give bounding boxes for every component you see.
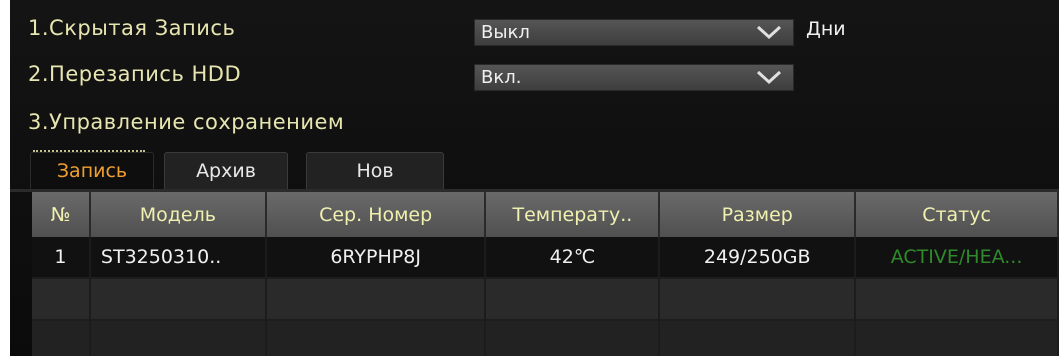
- tab-archive[interactable]: Архив: [164, 152, 288, 190]
- column-header-model[interactable]: Модель: [89, 192, 267, 237]
- hidden-record-value: Выкл: [481, 22, 530, 43]
- table-row[interactable]: [32, 277, 1059, 320]
- column-header-serial[interactable]: Сер. Номер: [265, 192, 487, 237]
- column-header-temperature[interactable]: Температу..: [485, 192, 661, 237]
- tab-archive-label: Архив: [196, 160, 256, 182]
- hdd-table: № Модель Сер. Номер Температу.. Размер С…: [32, 192, 1059, 356]
- tab-new-label: Нов: [356, 160, 394, 182]
- chevron-down-icon: [756, 25, 782, 40]
- column-header-size[interactable]: Размер: [659, 192, 857, 237]
- tab-record-label: Запись: [56, 160, 128, 182]
- column-header-status[interactable]: Статус: [855, 192, 1059, 237]
- active-tab-indicator: [33, 150, 145, 155]
- storage-settings-panel: 1.Скрытая Запись Выкл Дни 2.Перезапись H…: [10, 0, 1059, 356]
- cell-status: ACTIVE/HEA...: [855, 237, 1059, 278]
- days-label: Дни: [806, 18, 846, 40]
- table-row[interactable]: 1 ST3250310.. 6RYPHP8J 42℃ 249/250GB ACT…: [32, 237, 1059, 278]
- table-header-row: № Модель Сер. Номер Температу.. Размер С…: [32, 192, 1059, 237]
- cell-size: 249/250GB: [659, 237, 857, 278]
- hdd-overwrite-dropdown[interactable]: Вкл.: [474, 64, 794, 91]
- cell-temperature: 42℃: [485, 237, 661, 278]
- table-row[interactable]: [32, 319, 1059, 356]
- cell-model: ST3250310..: [89, 237, 267, 278]
- tab-record[interactable]: Запись: [30, 150, 154, 190]
- storage-mgmt-label: 3.Управление сохранением: [28, 110, 345, 134]
- tab-new[interactable]: Нов: [306, 152, 444, 190]
- column-header-number[interactable]: №: [32, 192, 91, 237]
- cell-serial: 6RYPHP8J: [265, 237, 487, 278]
- hidden-record-label: 1.Скрытая Запись: [28, 16, 236, 40]
- hdd-overwrite-label: 2.Перезапись HDD: [28, 62, 242, 86]
- hidden-record-dropdown[interactable]: Выкл: [474, 19, 794, 46]
- cell-number: 1: [32, 237, 91, 278]
- chevron-down-icon: [756, 70, 782, 85]
- hdd-overwrite-value: Вкл.: [481, 67, 522, 88]
